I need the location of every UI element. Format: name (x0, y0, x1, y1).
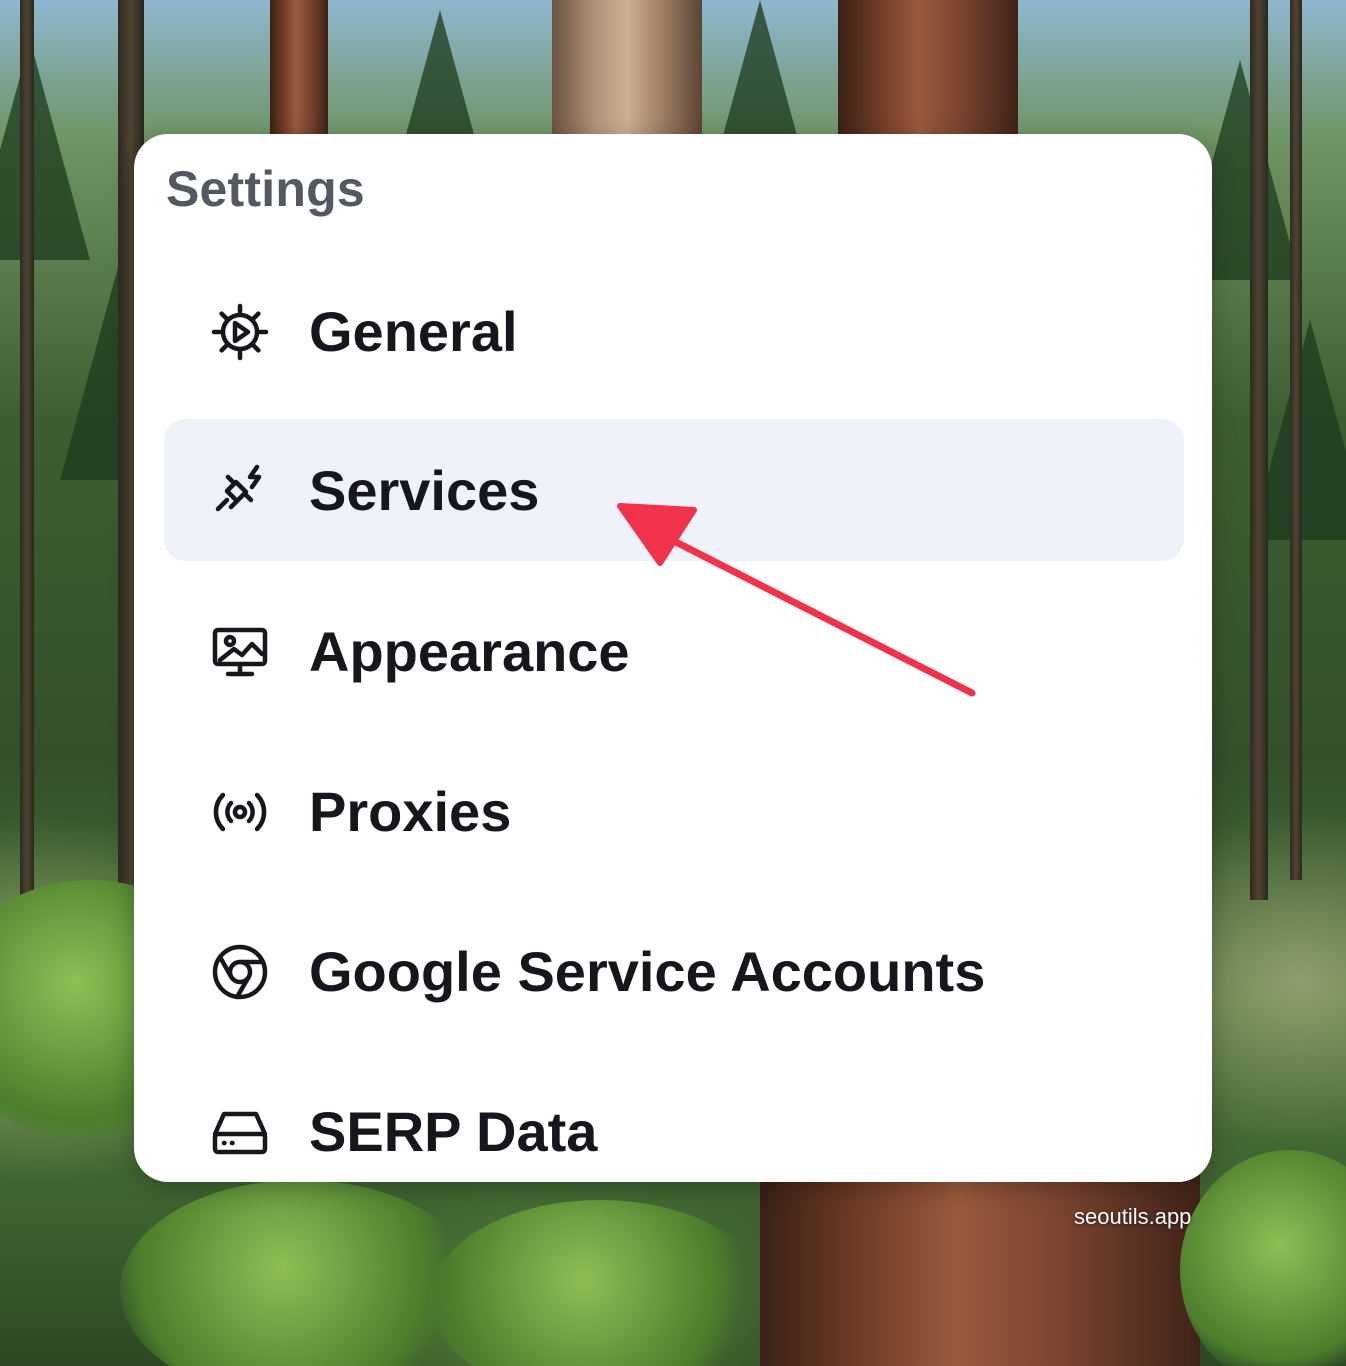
hard-drive-icon (210, 1102, 270, 1162)
foliage (1180, 1150, 1346, 1366)
tree-trunk (552, 0, 702, 140)
watermark-text: seoutils.app (1074, 1204, 1192, 1229)
tree-trunk (270, 0, 328, 140)
conifer-shape (0, 40, 90, 260)
display-icon (210, 622, 270, 682)
gear-icon (210, 302, 270, 362)
menu-item-appearance[interactable]: Appearance (164, 580, 1184, 722)
menu-item-label: Proxies (309, 780, 512, 843)
plug-icon (210, 461, 270, 521)
menu-item-label: Appearance (309, 620, 630, 683)
menu-item-label: Google Service Accounts (309, 940, 986, 1003)
menu-item-general[interactable]: General (164, 260, 1184, 402)
tree-trunk (1250, 0, 1268, 900)
panel-title: Settings (166, 161, 365, 217)
menu-item-services[interactable]: Services (164, 419, 1184, 561)
settings-panel: Settings General Services Appearance Pro… (134, 134, 1212, 1182)
foliage (430, 1200, 770, 1366)
tree-trunk (1290, 0, 1302, 880)
broadcast-icon (210, 782, 270, 842)
tree-trunk (760, 1170, 1200, 1366)
menu-item-serp-data[interactable]: SERP Data (164, 1060, 1184, 1182)
menu-item-proxies[interactable]: Proxies (164, 740, 1184, 882)
menu-item-label: SERP Data (309, 1100, 598, 1163)
menu-item-label: Services (309, 459, 540, 522)
foliage (120, 1180, 480, 1366)
tree-trunk (20, 0, 34, 900)
chrome-icon (210, 942, 270, 1002)
menu-item-label: General (309, 300, 518, 363)
tree-trunk (838, 0, 1018, 140)
menu-item-google-service-accounts[interactable]: Google Service Accounts (164, 900, 1184, 1042)
